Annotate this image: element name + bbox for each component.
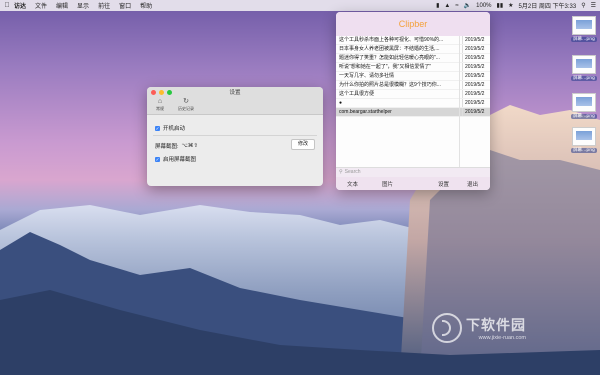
settings-titlebar[interactable]: 设置 (147, 87, 323, 97)
tab-history[interactable]: ↻ 历史记录 (175, 97, 197, 114)
list-item[interactable]: 日本事身女人养老团被黑屏：不结婚的生活,... 2019/5/2 (336, 45, 490, 54)
wifi-icon[interactable]: ≈ (455, 3, 458, 9)
battery-percent[interactable]: 100% (476, 3, 491, 9)
item-text: 这个工具秒杀市面上各种可视化、可惜90%的... (339, 37, 444, 43)
item-date: 2019/5/2 (462, 90, 490, 98)
input-source-icon[interactable]: ★ (508, 2, 513, 9)
menu-edit[interactable]: 编辑 (56, 1, 68, 10)
search-bar[interactable]: ⚲ Search (336, 167, 490, 177)
clipboard-history-list: 这个工具秒杀市面上各种可视化、可惜90%的... 2019/5/2 日本事身女人… (336, 36, 490, 167)
clipboard-status-icon[interactable]: ▮ (436, 2, 439, 9)
screenshot-shortcut-label: 屏幕截图: (155, 144, 179, 150)
item-date: 2019/5/2 (462, 36, 490, 44)
clipber-title: Clipber (398, 19, 428, 29)
search-icon[interactable]: ⚲ (581, 2, 585, 9)
enable-screenshot-label: 启用屏幕截图 (163, 157, 197, 163)
menu-app-name[interactable]: 访达 (14, 1, 26, 10)
edit-shortcut-button[interactable]: 修改 (291, 139, 315, 150)
menu-view[interactable]: 显示 (77, 1, 89, 10)
search-icon: ⚲ (339, 169, 343, 175)
menu-file[interactable]: 文件 (35, 1, 47, 10)
menu-list-icon[interactable]: ☰ (591, 2, 596, 9)
enable-screenshot-option[interactable]: ✓ 启用屏幕截图 (155, 155, 196, 163)
tab-history-label: 历史记录 (178, 106, 194, 111)
menu-help[interactable]: 帮助 (140, 1, 152, 10)
png-file-icon (572, 93, 596, 112)
item-text: 题迷你得了笑重？怎能如此轻信暖心亮眼的"... (339, 55, 440, 61)
tab-general[interactable]: ⌂ 常规 (151, 97, 169, 114)
datetime[interactable]: 5月2日 周四 下午3:33 (519, 1, 577, 10)
item-text: 听说"想和她在一起了"，我"又相信爱情了" (339, 64, 432, 70)
desktop-file-label: 屏幕...png (571, 114, 597, 119)
item-date: 2019/5/2 (462, 72, 490, 80)
home-icon: ⌂ (157, 98, 163, 105)
launch-at-login-option[interactable]: ✓ 开机启动 (155, 124, 185, 132)
png-file-icon (572, 127, 596, 146)
item-date: 2019/5/2 (462, 108, 490, 116)
launch-at-login-checkbox[interactable]: ✓ (155, 125, 160, 131)
divider (153, 135, 317, 136)
list-item[interactable]: 听说"想和她在一起了"，我"又相信爱情了" 2019/5/2 (336, 63, 490, 72)
airplay-icon[interactable]: ▲ (444, 3, 450, 9)
item-date: 2019/5/2 (462, 45, 490, 53)
clipber-header: Clipber (336, 12, 490, 36)
desktop-file-label: 屏幕...png (571, 76, 597, 81)
volume-icon[interactable]: 🔈 (464, 2, 471, 9)
clipber-window: Clipber 这个工具秒杀市面上各种可视化、可惜90%的... 2019/5/… (336, 12, 490, 190)
item-text: 日本事身女人养老团被黑屏：不结婚的生活,... (339, 46, 440, 52)
launch-at-login-label: 开机启动 (163, 126, 186, 132)
tab-general-label: 常规 (156, 106, 164, 111)
watermark-logo-icon (432, 313, 462, 343)
quit-button[interactable]: 退出 (467, 180, 478, 188)
settings-button[interactable]: 设置 (438, 180, 449, 188)
list-item[interactable]: 这个工具秒杀市面上各种可视化、可惜90%的... 2019/5/2 (336, 36, 490, 45)
settings-toolbar: ⌂ 常规 ↻ 历史记录 (147, 97, 323, 115)
apple-menu-icon[interactable]:  (0, 2, 14, 9)
list-item[interactable]: 这个工具很方便 2019/5/2 (336, 90, 490, 99)
search-input[interactable]: Search (345, 168, 361, 177)
clipber-footer: 文本 图片 设置 退出 (336, 177, 490, 190)
item-text: 一天写几字、请勿多社情 (339, 73, 395, 79)
menu-window[interactable]: 窗口 (119, 1, 131, 10)
png-file-icon (572, 55, 596, 74)
desktop-file-label: 屏幕...png (571, 37, 597, 42)
item-date: 2019/5/2 (462, 54, 490, 62)
list-item[interactable]: ● 2019/5/2 (336, 99, 490, 108)
item-text: ● (339, 100, 343, 106)
item-text: 这个工具很方便 (339, 91, 375, 97)
watermark-url: www.jixie-ruan.com (478, 335, 526, 341)
item-date: 2019/5/2 (462, 81, 490, 89)
item-text: 为什么你拍的照片总是很模糊？这9个技巧你... (339, 82, 441, 88)
desktop-file[interactable]: 屏幕...png (566, 127, 600, 153)
enable-screenshot-checkbox[interactable]: ✓ (155, 156, 160, 162)
desktop-file[interactable]: 屏幕...png (566, 55, 600, 81)
list-item[interactable]: 题迷你得了笑重？怎能如此轻信暖心亮眼的"... 2019/5/2 (336, 54, 490, 63)
watermark-text: 下软件园 (466, 317, 526, 333)
settings-window: 设置 ⌂ 常规 ↻ 历史记录 ✓ 开机启动 屏幕截图: ⌥⌘⇧ 修改 ✓ 启用屏… (147, 87, 323, 186)
history-icon: ↻ (183, 98, 189, 105)
item-text: com.beargar.starthelper (339, 109, 392, 115)
desktop-file[interactable]: 屏幕...png (566, 93, 600, 119)
column-divider (459, 36, 460, 167)
list-item[interactable]: 一天写几字、请勿多社情 2019/5/2 (336, 72, 490, 81)
settings-window-title: 设置 (229, 90, 241, 96)
desktop-file[interactable]: 屏幕...png (566, 16, 600, 42)
list-item[interactable]: 为什么你拍的照片总是很模糊？这9个技巧你... 2019/5/2 (336, 81, 490, 90)
png-file-icon (572, 16, 596, 35)
image-filter-button[interactable]: 图片 (382, 180, 393, 188)
battery-icon[interactable]: ▮▮ (497, 2, 504, 9)
list-item-selected[interactable]: com.beargar.starthelper 2019/5/2 (336, 108, 490, 117)
watermark: 下软件园 www.jixie-ruan.com (432, 313, 526, 343)
menu-bar:  访达 文件 编辑 显示 前往 窗口 帮助 ▮ ▲ ≈ 🔈 100% ▮▮ ★… (0, 0, 600, 11)
item-date: 2019/5/2 (462, 63, 490, 71)
text-filter-button[interactable]: 文本 (347, 180, 358, 188)
screenshot-shortcut-value: ⌥⌘⇧ (181, 143, 198, 149)
menu-go[interactable]: 前往 (98, 1, 110, 10)
screenshot-shortcut-row: 屏幕截图: ⌥⌘⇧ (155, 142, 198, 150)
item-date: 2019/5/2 (462, 99, 490, 107)
desktop-file-label: 屏幕...png (571, 148, 597, 153)
